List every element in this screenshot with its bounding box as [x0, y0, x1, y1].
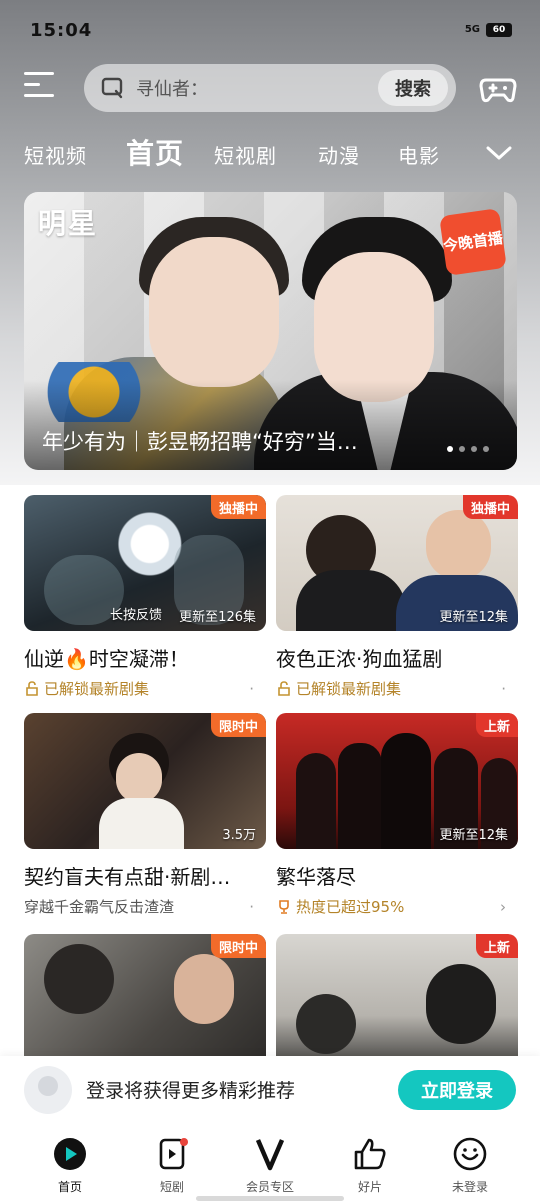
play-icon	[54, 1138, 86, 1170]
nav-short-drama[interactable]: 短剧	[132, 1134, 212, 1195]
card-title: 繁华落尽	[276, 865, 356, 889]
video-thumbnail[interactable]: 独播中 长按反馈 更新至126集	[24, 495, 266, 631]
carousel-dot	[459, 446, 465, 452]
chevron-down-icon[interactable]	[484, 140, 514, 166]
card-title: 仙逆🔥时空凝滞！	[24, 647, 189, 671]
search-row: 寻仙者： 搜索	[0, 60, 540, 118]
search-icon	[101, 77, 123, 99]
nav-good-films[interactable]: 好片	[330, 1134, 410, 1195]
notification-dot	[180, 1138, 188, 1146]
chevron-right-icon[interactable]: ›	[500, 898, 518, 916]
video-thumbnail[interactable]: 上新 更新至12集	[276, 713, 518, 849]
more-icon[interactable]: ·	[249, 680, 266, 698]
banner-channel-logo: 明星	[38, 207, 99, 240]
video-card[interactable]: 独播中 长按反馈 更新至126集 仙逆🔥时空凝滞！ 已解锁最新剧集 ·	[24, 495, 266, 699]
bottom-navigation: 首页 短剧 会员专区 好片 未登录	[0, 1124, 540, 1204]
card-subtitle: 热度已超过95% ›	[276, 896, 518, 917]
card-title: 契约盲夫有点甜·新剧…	[24, 865, 231, 889]
video-thumbnail[interactable]: 限时中	[24, 934, 266, 1070]
status-badge: 上新	[475, 713, 518, 737]
episode-count: 更新至12集	[439, 610, 508, 625]
carousel-dot	[471, 446, 477, 452]
login-button[interactable]: 立即登录	[398, 1070, 516, 1110]
battery-icon: 60	[486, 23, 512, 37]
tab-anime[interactable]: 动漫	[318, 140, 360, 169]
card-subtitle: 已解锁最新剧集 ·	[276, 678, 518, 699]
tab-short-drama[interactable]: 短视剧	[214, 140, 277, 169]
tab-home[interactable]: 首页	[126, 132, 184, 172]
status-badge: 限时中	[210, 934, 266, 958]
status-badge: 限时中	[210, 713, 266, 737]
episode-count: 更新至126集	[179, 610, 256, 625]
vip-v-icon	[255, 1139, 285, 1171]
status-icons: 5G 60	[465, 23, 512, 37]
video-card[interactable]: 独播中 更新至12集 夜色正浓·狗血猛剧 已解锁最新剧集 ·	[276, 495, 518, 699]
thumbs-up-icon	[354, 1138, 386, 1170]
video-thumbnail[interactable]: 限时中 3.5万	[24, 713, 266, 849]
more-icon[interactable]: ·	[501, 680, 518, 698]
banner-premiere-badge: 今晚首播	[439, 208, 507, 276]
episode-count: 更新至12集	[439, 828, 508, 843]
login-prompt-text: 登录将获得更多精彩推荐	[86, 1080, 296, 1102]
status-badge: 独播中	[210, 495, 266, 519]
video-card[interactable]: 上新 更新至12集 繁华落尽 热度已超过95% ›	[276, 713, 518, 917]
video-thumbnail[interactable]: 独播中 更新至12集	[276, 495, 518, 631]
banner-title: 年少有为｜彭昱畅招聘“好穷”当…	[42, 430, 358, 454]
carousel-dot	[483, 446, 489, 452]
status-badge: 独播中	[462, 495, 518, 519]
search-input[interactable]: 寻仙者： 搜索	[84, 64, 456, 112]
card-subtitle: 穿越千金霸气反击渣渣 ·	[24, 896, 266, 917]
tab-short-video[interactable]: 短视频	[24, 140, 87, 169]
smile-icon	[453, 1137, 487, 1171]
carousel-indicator	[447, 446, 489, 452]
long-press-hint: 长按反馈	[110, 608, 163, 623]
unlock-icon	[26, 680, 38, 696]
carousel-dot	[447, 446, 453, 452]
network-indicator: 5G	[464, 24, 480, 35]
video-thumbnail[interactable]: 上新	[276, 934, 518, 1070]
category-tabs: 短视频 首页 短视剧 动漫 电影	[0, 130, 540, 176]
trophy-icon	[279, 899, 289, 914]
more-icon[interactable]: ·	[249, 898, 266, 916]
hero-banner[interactable]: 明星 今晚首播 年少有为｜彭昱畅招聘“好穷”当…	[24, 192, 517, 470]
avatar[interactable]	[24, 1066, 72, 1114]
nav-profile[interactable]: 未登录	[430, 1134, 510, 1195]
card-subtitle: 已解锁最新剧集 ·	[24, 678, 266, 699]
menu-icon[interactable]	[24, 72, 58, 102]
status-badge: 上新	[475, 934, 518, 958]
search-button[interactable]: 搜索	[378, 70, 448, 106]
card-title: 夜色正浓·狗血猛剧	[276, 647, 443, 671]
status-bar: 15:04 5G 60	[0, 0, 540, 60]
nav-vip-zone[interactable]: 会员专区	[230, 1134, 310, 1195]
home-indicator[interactable]	[196, 1196, 344, 1201]
nav-home[interactable]: 首页	[30, 1134, 110, 1195]
view-count: 3.5万	[222, 828, 256, 843]
gamepad-icon[interactable]	[478, 68, 518, 108]
status-time: 15:04	[30, 19, 93, 41]
search-placeholder: 寻仙者：	[136, 79, 208, 100]
tab-movie[interactable]: 电影	[398, 140, 440, 169]
video-card[interactable]: 限时中	[24, 934, 266, 1070]
video-card[interactable]: 上新	[276, 934, 518, 1070]
video-card[interactable]: 限时中 3.5万 契约盲夫有点甜·新剧… 穿越千金霸气反击渣渣 ·	[24, 713, 266, 917]
login-prompt-bar: 登录将获得更多精彩推荐 立即登录	[0, 1056, 540, 1124]
unlock-icon	[278, 680, 290, 696]
